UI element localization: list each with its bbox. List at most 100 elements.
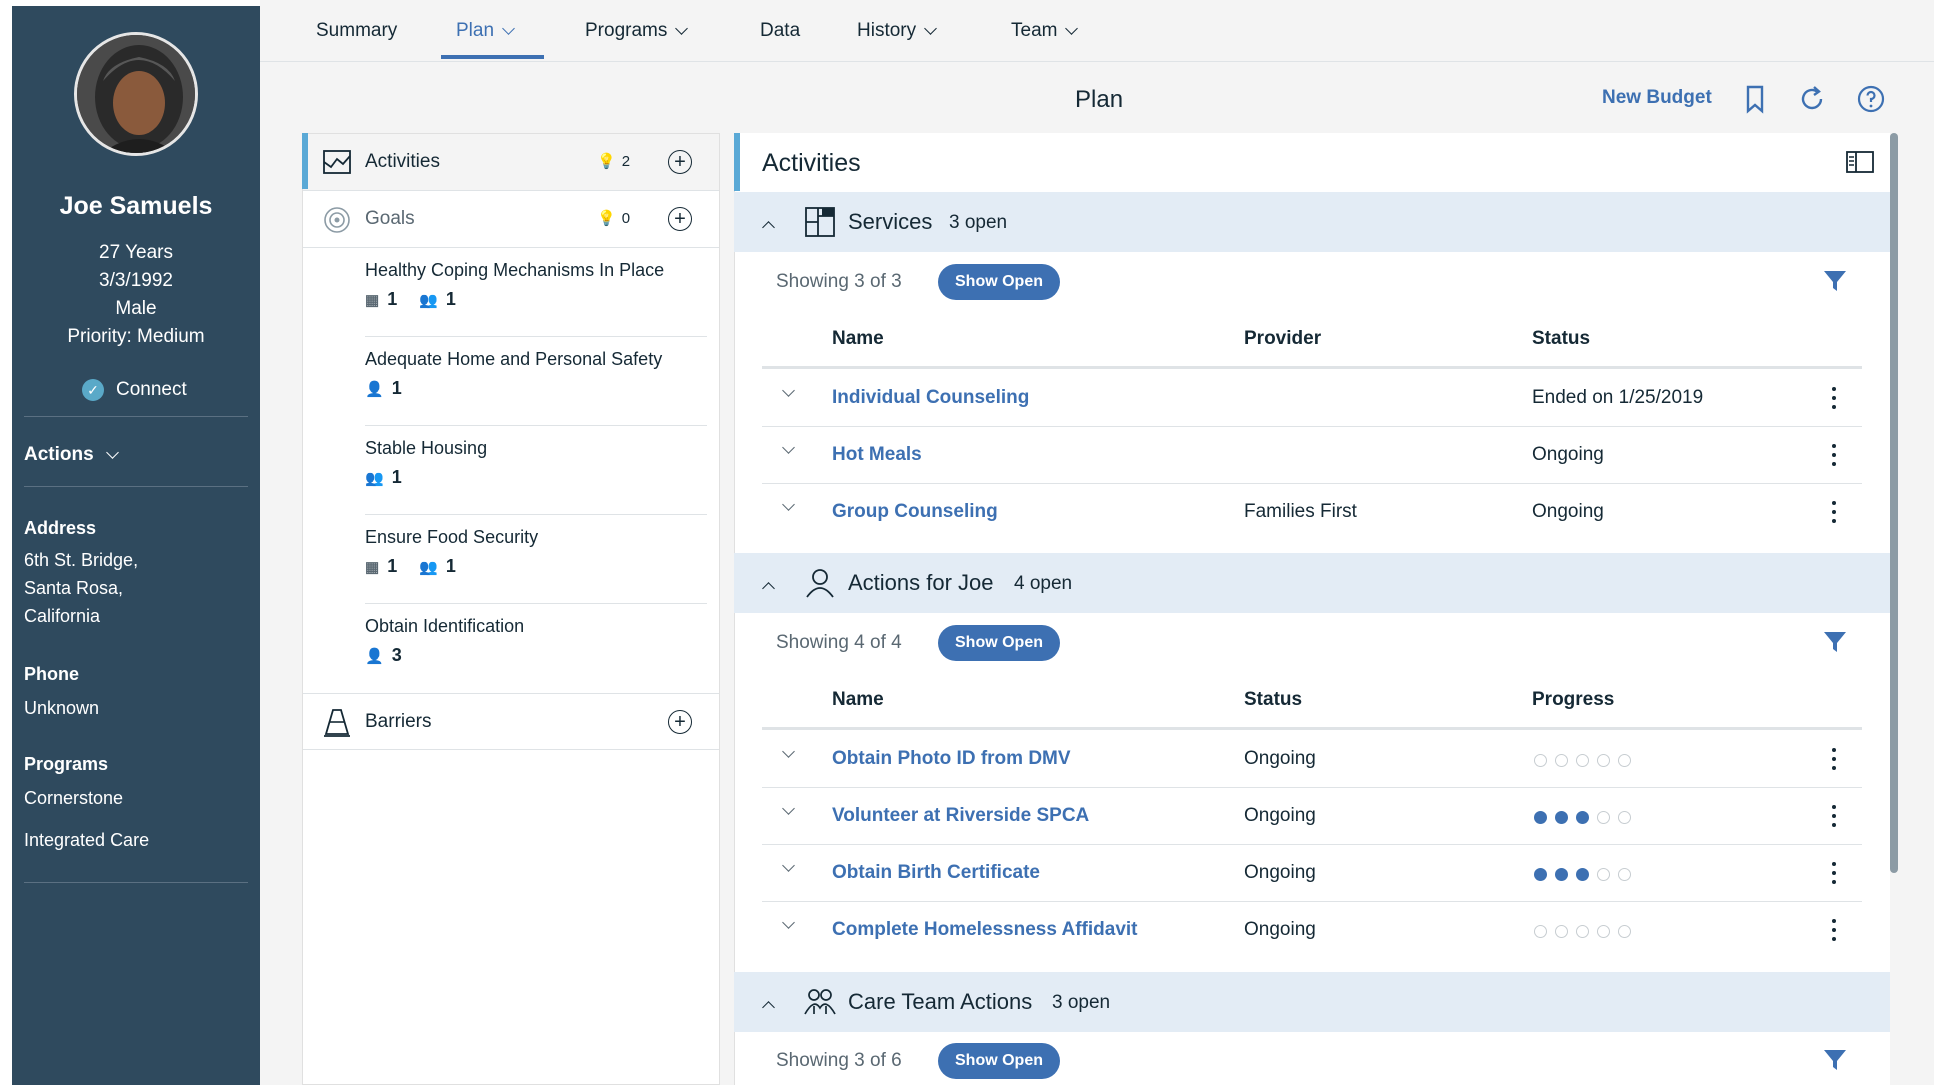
service-provider: Families First — [1244, 501, 1357, 522]
patient-priority: Priority: Medium — [67, 326, 205, 347]
service-name-link[interactable]: Group Counseling — [832, 501, 998, 523]
overflow-menu-icon[interactable] — [1832, 387, 1836, 409]
overflow-menu-icon[interactable] — [1832, 748, 1836, 770]
goal-item[interactable]: Adequate Home and Personal Safety 👤 1 — [365, 337, 707, 426]
section-title: Services — [848, 209, 933, 234]
goal-title: Ensure Food Security — [365, 527, 539, 547]
open-count: 3 open — [949, 212, 1008, 233]
showing-count: Showing 3 of 3 — [776, 271, 902, 292]
goal-item[interactable]: Healthy Coping Mechanisms In Place ▦ 1 👥 1 — [365, 248, 707, 337]
tab-programs[interactable]: Programs — [585, 20, 689, 42]
program-item[interactable]: Cornerstone — [24, 784, 123, 812]
connect-label: Connect — [116, 379, 187, 400]
column-header[interactable]: Status — [1244, 689, 1302, 711]
address-line: California — [24, 606, 101, 626]
column-header[interactable]: Status — [1532, 328, 1590, 350]
filter-icon[interactable] — [1822, 268, 1848, 294]
patient-gender: Male — [115, 298, 157, 319]
actions-label: Actions — [24, 444, 94, 465]
overflow-menu-icon[interactable] — [1832, 919, 1836, 941]
services-icon: ▦ — [365, 291, 380, 309]
column-header[interactable]: Progress — [1532, 689, 1614, 711]
action-name-link[interactable]: Complete Homelessness Affidavit — [832, 919, 1138, 941]
show-open-button[interactable]: Show Open — [938, 625, 1060, 661]
tab-label: Plan — [456, 20, 495, 41]
filter-icon[interactable] — [1822, 629, 1848, 655]
chevron-down-icon — [675, 22, 689, 35]
column-header[interactable]: Name — [832, 689, 884, 711]
patient-avatar — [74, 32, 198, 156]
chevron-up-icon[interactable] — [762, 1001, 775, 1014]
overflow-menu-icon[interactable] — [1832, 862, 1836, 884]
action-status: Ongoing — [1244, 805, 1316, 826]
panel-toggle-icon[interactable] — [1846, 151, 1874, 173]
program-item[interactable]: Integrated Care — [24, 826, 149, 854]
services-icon: ▦ — [365, 558, 380, 576]
patient-dob: 3/3/1992 — [99, 270, 173, 291]
filter-icon[interactable] — [1822, 1047, 1848, 1073]
table-header-rule — [762, 727, 1862, 730]
actions-dropdown[interactable]: Actions — [24, 444, 119, 466]
tab-plan[interactable]: Plan — [456, 20, 515, 42]
open-count: 3 open — [1052, 992, 1111, 1013]
tab-history[interactable]: History — [857, 20, 937, 42]
section-title: Actions for Joe — [848, 570, 994, 595]
activities-nav-item[interactable]: Activities 💡 2 + — [303, 134, 719, 191]
add-barrier-icon[interactable]: + — [668, 710, 692, 734]
action-name-link[interactable]: Volunteer at Riverside SPCA — [832, 805, 1089, 827]
tab-data[interactable]: Data — [760, 20, 800, 42]
connect-button[interactable]: ✓ Connect — [82, 379, 187, 401]
goal-meta: ▦ 1 👥 1 — [365, 556, 456, 577]
chevron-up-icon[interactable] — [762, 582, 775, 595]
scrollbar[interactable] — [1890, 133, 1898, 873]
barriers-nav-item[interactable]: Barriers + — [303, 693, 719, 750]
person-icon — [806, 569, 834, 598]
action-name-link[interactable]: Obtain Photo ID from DMV — [832, 748, 1071, 770]
activities-label: Activities — [365, 151, 440, 172]
goal-count: 1 — [391, 378, 402, 398]
add-activity-icon[interactable]: + — [668, 150, 692, 174]
actions-section-header[interactable]: Actions for Joe 4 open — [734, 553, 1890, 613]
progress-indicator — [1534, 868, 1631, 881]
tab-team[interactable]: Team — [1011, 20, 1079, 42]
refresh-icon[interactable] — [1797, 84, 1827, 114]
chevron-up-icon[interactable] — [762, 221, 775, 234]
goal-item[interactable]: Ensure Food Security ▦ 1 👥 1 — [365, 515, 707, 604]
tab-label: Data — [760, 20, 801, 41]
goals-nav-item[interactable]: Goals 💡 0 + — [303, 191, 719, 248]
service-name-link[interactable]: Individual Counseling — [832, 387, 1029, 409]
tab-summary[interactable]: Summary — [316, 20, 397, 42]
goal-item[interactable]: Obtain Identification 👤 3 — [365, 604, 707, 693]
column-header[interactable]: Provider — [1244, 328, 1321, 350]
add-goal-icon[interactable]: + — [668, 207, 692, 231]
progress-dot-empty — [1555, 925, 1568, 938]
overflow-menu-icon[interactable] — [1832, 501, 1836, 523]
activities-title: Activities — [762, 149, 861, 177]
programs-label: Programs — [24, 754, 109, 774]
action-status: Ongoing — [1244, 748, 1316, 769]
services-section-header[interactable]: Services 3 open — [734, 192, 1890, 252]
goal-count: 1 — [387, 289, 398, 309]
show-open-button[interactable]: Show Open — [938, 1043, 1060, 1079]
goals-label: Goals — [365, 208, 415, 229]
overflow-menu-icon[interactable] — [1832, 444, 1836, 466]
action-name-link[interactable]: Obtain Birth Certificate — [832, 862, 1040, 884]
care-team-icon: 👥 — [365, 469, 384, 487]
care-team-section-header[interactable]: Care Team Actions 3 open — [734, 972, 1890, 1032]
address-line: Santa Rosa, — [24, 578, 124, 598]
show-open-button[interactable]: Show Open — [938, 264, 1060, 300]
new-budget-button[interactable]: New Budget — [1602, 87, 1712, 109]
goal-title: Stable Housing — [365, 438, 488, 458]
divider — [24, 882, 248, 883]
service-name-link[interactable]: Hot Meals — [832, 444, 922, 466]
progress-dot-empty — [1618, 811, 1631, 824]
chevron-down-icon — [924, 22, 937, 35]
overflow-menu-icon[interactable] — [1832, 805, 1836, 827]
patient-name: Joe Samuels — [59, 192, 213, 220]
goal-item[interactable]: Stable Housing 👥 1 — [365, 426, 707, 515]
help-icon[interactable] — [1856, 84, 1886, 114]
progress-dot-empty — [1534, 754, 1547, 767]
phone-label: Phone — [24, 664, 80, 684]
column-header[interactable]: Name — [832, 328, 884, 350]
bookmark-icon[interactable] — [1740, 84, 1770, 114]
